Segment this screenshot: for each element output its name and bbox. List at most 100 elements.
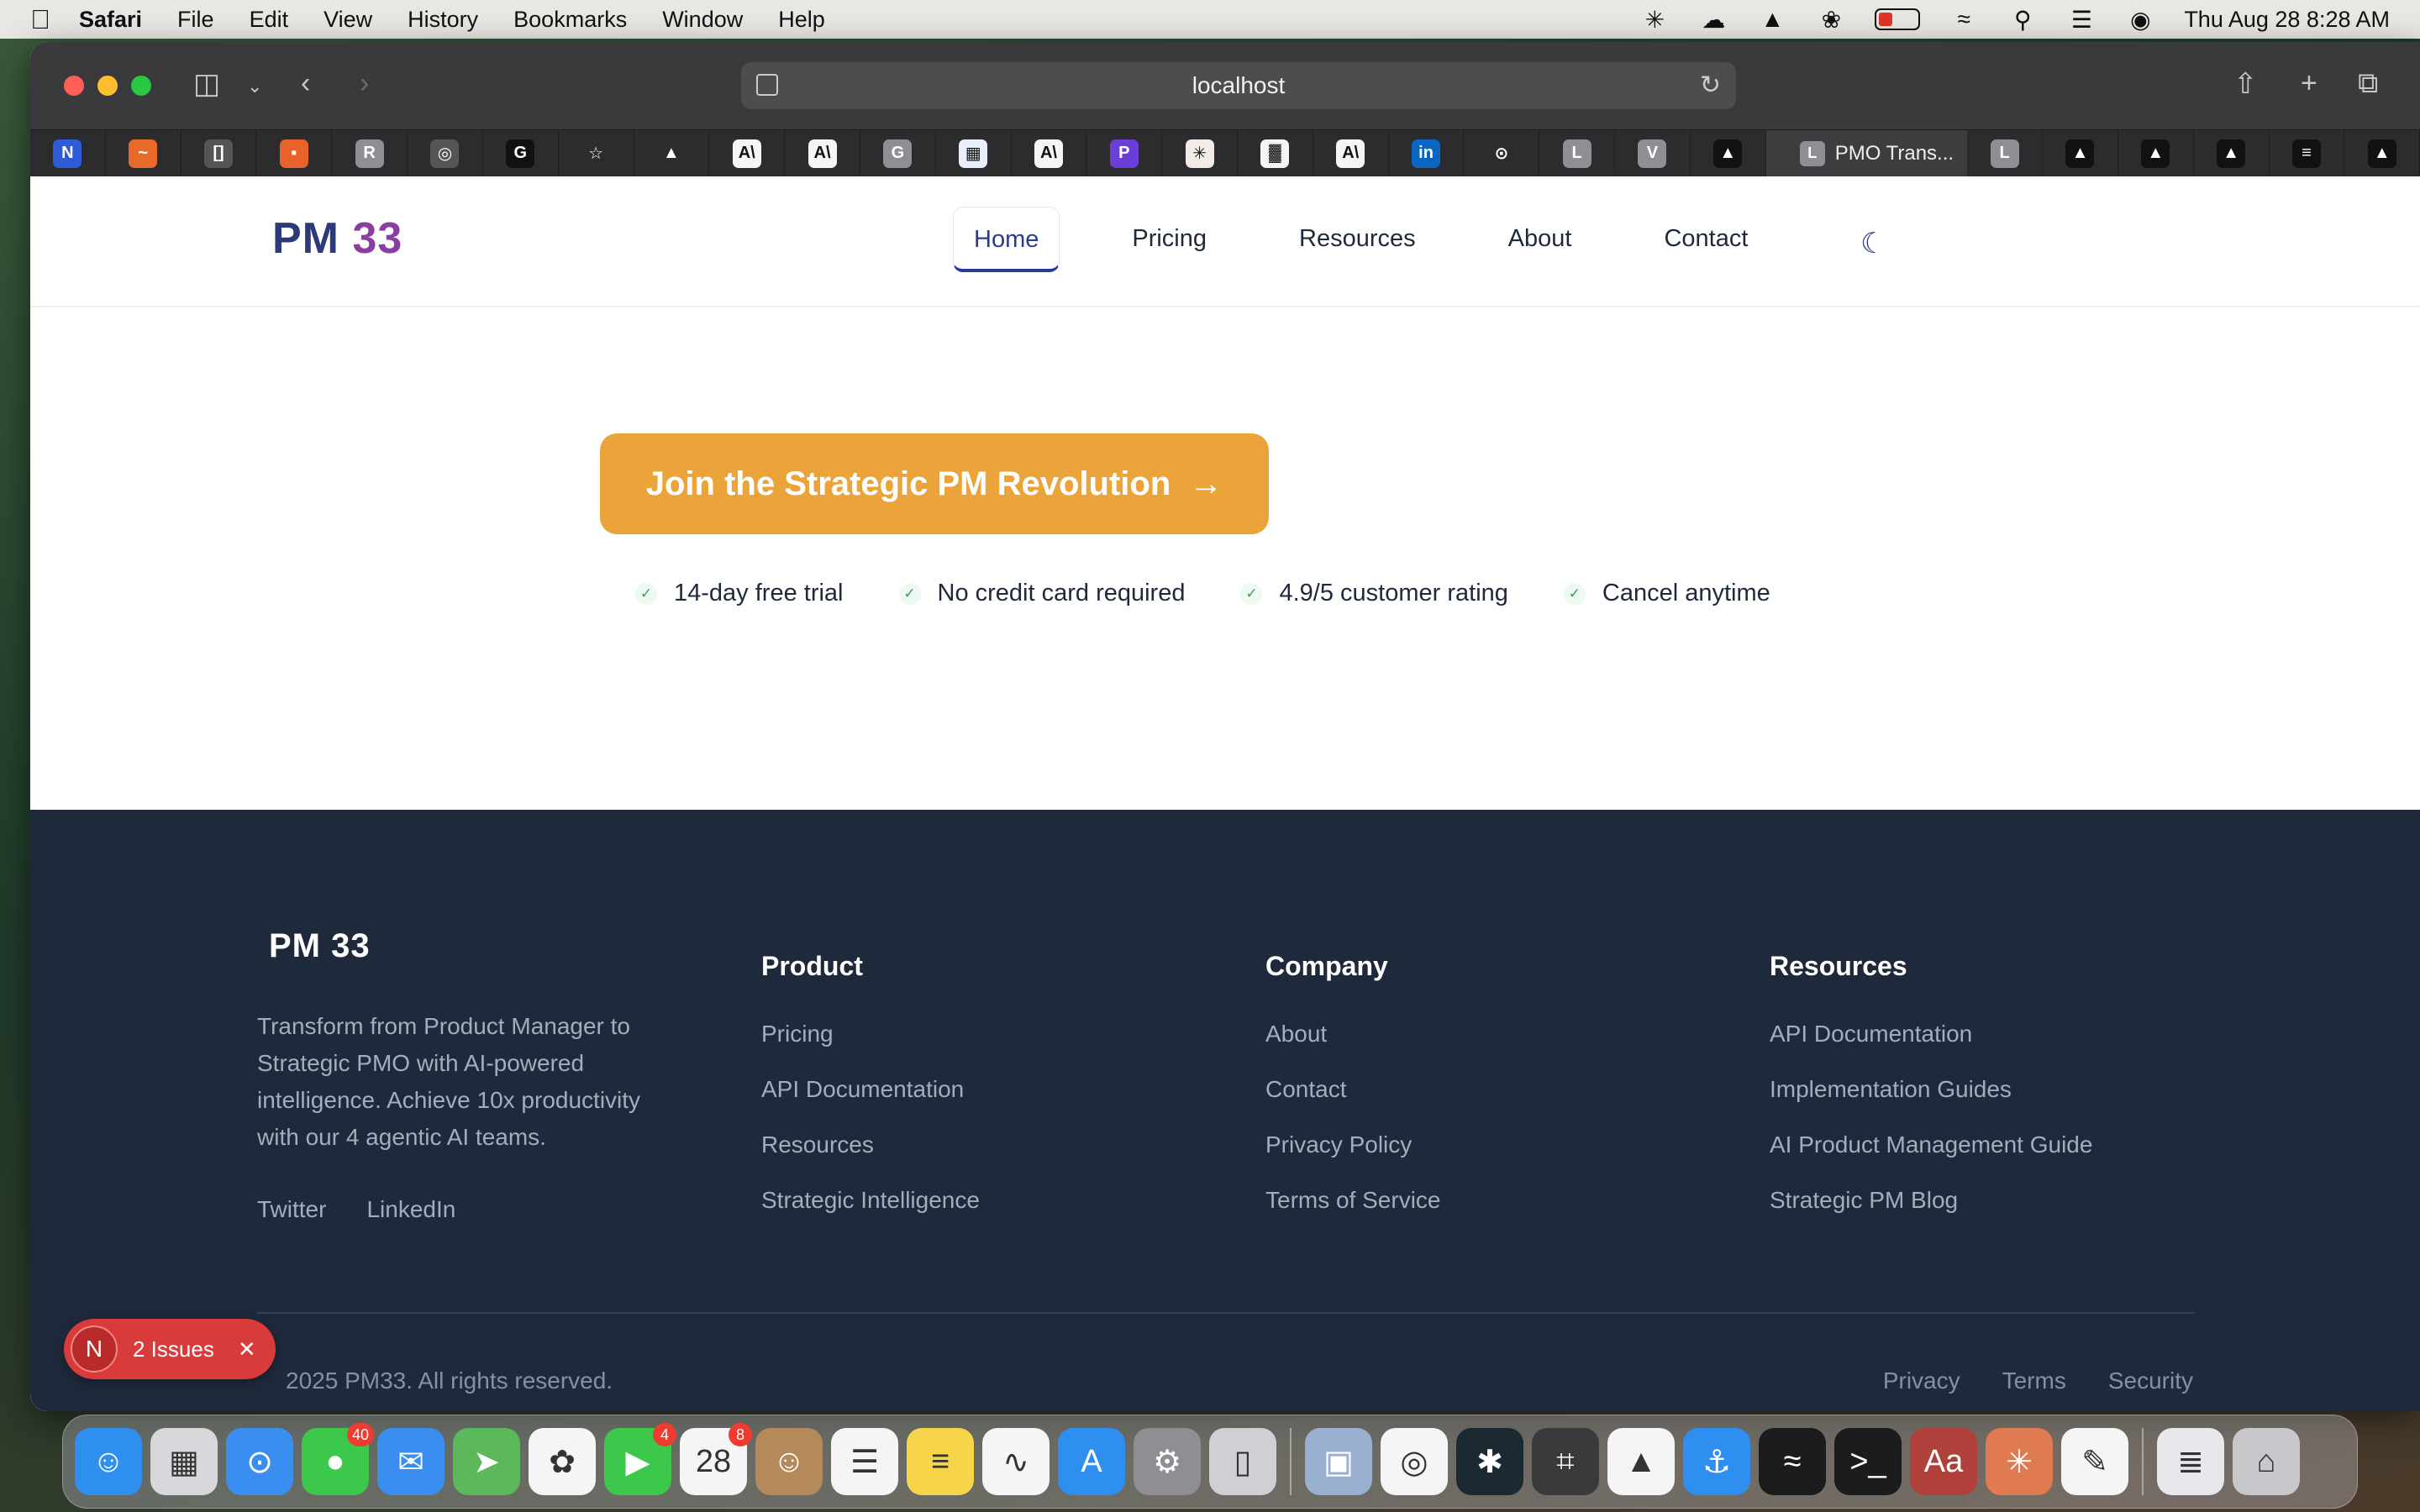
freeform-icon[interactable]: ∿	[982, 1428, 1050, 1495]
textedit-icon[interactable]: ✎	[2061, 1428, 2128, 1495]
menu-window[interactable]: Window	[662, 7, 743, 33]
zoom-window-button[interactable]	[131, 76, 151, 96]
docker-icon[interactable]: ⚓	[1683, 1428, 1750, 1495]
footer-link[interactable]: Terms of Service	[1265, 1187, 1441, 1214]
nav-about[interactable]: About	[1488, 207, 1592, 272]
footer-link[interactable]: Privacy Policy	[1265, 1131, 1441, 1158]
nav-home[interactable]: Home	[953, 207, 1060, 272]
control-center-icon[interactable]: ☰	[2066, 7, 2096, 33]
browser-tab[interactable]: ▲	[2118, 129, 2194, 177]
reload-icon[interactable]: ↻	[1700, 71, 1721, 100]
claude-status-icon[interactable]: ✳	[1639, 7, 1670, 33]
chevron-down-icon[interactable]: ⌄	[247, 76, 262, 97]
battery-icon[interactable]	[1875, 8, 1921, 30]
browser-tab[interactable]: ~	[106, 129, 182, 177]
activity-monitor-icon[interactable]: ≈	[1759, 1428, 1826, 1495]
footer-link[interactable]: About	[1265, 1021, 1441, 1047]
menu-bookmarks[interactable]: Bookmarks	[513, 7, 627, 33]
sidebar-toggle-icon[interactable]: ◫	[193, 67, 220, 101]
nav-contact[interactable]: Contact	[1644, 207, 1768, 272]
messages-icon[interactable]: ● 40	[302, 1423, 374, 1495]
new-tab-icon[interactable]: +	[2301, 67, 2317, 100]
appstore-icon[interactable]: A	[1058, 1428, 1125, 1495]
browser-tab[interactable]: []	[182, 129, 257, 177]
url-text[interactable]: localhost	[1192, 72, 1286, 99]
browser-tab[interactable]: P	[1086, 129, 1163, 177]
active-browser-tab[interactable]: L PMO Trans...	[1765, 129, 1968, 177]
safari-icon[interactable]: ⊙	[226, 1428, 293, 1495]
photos-icon[interactable]: ✿	[529, 1428, 596, 1495]
browser-tab[interactable]: R	[332, 129, 408, 177]
browser-tab[interactable]: ▪	[256, 129, 333, 177]
browser-tab[interactable]: G	[483, 129, 559, 177]
browser-tab[interactable]: ▲	[2043, 129, 2118, 177]
trash-icon[interactable]: ⌂	[2233, 1428, 2300, 1495]
browser-tab[interactable]: A\	[709, 129, 786, 177]
browser-tab[interactable]: G	[860, 129, 936, 177]
browser-tab[interactable]: V	[1615, 129, 1691, 177]
footer-link[interactable]: Resources	[761, 1131, 980, 1158]
back-icon[interactable]: ‹	[301, 67, 310, 100]
menu-view[interactable]: View	[324, 7, 372, 33]
footer-link[interactable]: API Documentation	[1770, 1021, 2092, 1047]
footer-link[interactable]: Contact	[1265, 1076, 1441, 1103]
minimize-window-button[interactable]	[97, 76, 118, 96]
gear-status-icon[interactable]: ❀	[1816, 7, 1846, 33]
browser-tab[interactable]: ✳	[1162, 129, 1238, 177]
twitter-link[interactable]: Twitter	[257, 1196, 326, 1223]
finder-icon[interactable]: ☺	[75, 1428, 142, 1495]
apple-icon[interactable]: 	[30, 4, 50, 35]
terminal-icon[interactable]: >_	[1834, 1428, 1902, 1495]
browser-tab[interactable]: ▲	[1691, 129, 1766, 177]
browser-tab[interactable]: ◎	[408, 129, 483, 177]
contacts-icon[interactable]: ☺	[755, 1428, 823, 1495]
calculator-icon[interactable]: ⌗	[1532, 1428, 1599, 1495]
footer-link[interactable]: AI Product Management Guide	[1770, 1131, 2092, 1158]
launchpad-icon[interactable]: ▦	[150, 1428, 218, 1495]
siri-icon[interactable]: ◉	[2125, 7, 2155, 33]
browser-tab[interactable]: N	[30, 129, 106, 177]
browser-tab[interactable]: A\	[1012, 129, 1087, 177]
nextjs-issues-badge[interactable]: N 2 Issues ✕	[64, 1319, 276, 1379]
browser-tab[interactable]: ☆	[559, 129, 634, 177]
browser-tab[interactable]: in	[1389, 129, 1465, 177]
wifi-icon[interactable]: ≈	[1949, 6, 1979, 32]
site-logo[interactable]: PM 33	[272, 213, 402, 264]
cloud-status-icon[interactable]: ☁	[1698, 7, 1728, 33]
browser-tab[interactable]: L	[1539, 129, 1616, 177]
mail-icon[interactable]: ✉	[377, 1428, 445, 1495]
browser-tab[interactable]: A\	[1313, 129, 1389, 177]
privacy-link[interactable]: Privacy	[1883, 1368, 1960, 1394]
footer-link[interactable]: Pricing	[761, 1021, 980, 1047]
iphone-mirroring-icon[interactable]: ▯	[1209, 1428, 1276, 1495]
calendar-icon[interactable]: 28 8	[680, 1423, 752, 1495]
preview-icon[interactable]: ▣	[1305, 1428, 1372, 1495]
dictionary-icon[interactable]: Aa	[1910, 1428, 1977, 1495]
join-revolution-button[interactable]: Join the Strategic PM Revolution →	[600, 433, 1269, 534]
search-icon[interactable]: ⚲	[2007, 7, 2038, 33]
close-icon[interactable]: ✕	[238, 1336, 256, 1362]
footer-link[interactable]: Implementation Guides	[1770, 1076, 2092, 1103]
share-icon[interactable]: ⇧	[2233, 67, 2258, 101]
browser-tab[interactable]: A\	[785, 129, 860, 177]
browser-tab[interactable]: ▲	[2194, 129, 2270, 177]
browser-tab[interactable]: ▓	[1238, 129, 1313, 177]
security-link[interactable]: Security	[2108, 1368, 2193, 1394]
nav-resources[interactable]: Resources	[1279, 207, 1436, 272]
browser-tab[interactable]: ⊙	[1464, 129, 1540, 177]
nordvpn-icon[interactable]: ▲	[1607, 1428, 1675, 1495]
browser-tab[interactable]: L	[1967, 129, 2044, 177]
browser-tab[interactable]: ▲	[2344, 129, 2420, 177]
forward-icon[interactable]: ›	[360, 67, 369, 100]
terms-link[interactable]: Terms	[2002, 1368, 2066, 1394]
facetime-icon[interactable]: ▶ 4	[604, 1423, 676, 1495]
menu-history[interactable]: History	[408, 7, 478, 33]
browser-tab[interactable]: ≡	[2270, 129, 2345, 177]
footer-link[interactable]: API Documentation	[761, 1076, 980, 1103]
maps-icon[interactable]: ➤	[453, 1428, 520, 1495]
menu-clock[interactable]: Thu Aug 28 8:28 AM	[2184, 7, 2390, 33]
browser-tab[interactable]: ▦	[936, 129, 1012, 177]
browser-tab[interactable]: ▲	[634, 129, 710, 177]
footer-link[interactable]: Strategic Intelligence	[761, 1187, 980, 1214]
menu-edit[interactable]: Edit	[250, 7, 289, 33]
